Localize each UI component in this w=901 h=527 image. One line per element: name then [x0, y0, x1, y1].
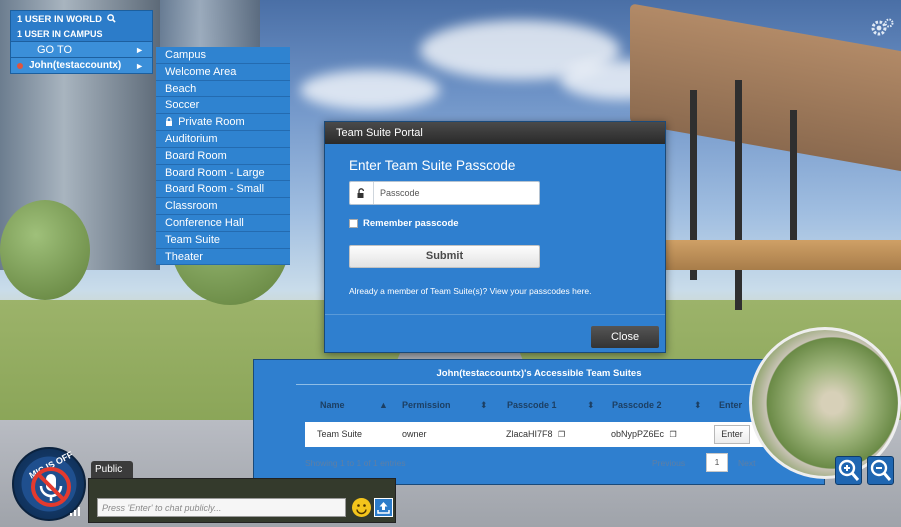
room-item-conference-hall[interactable]: Conference Hall: [156, 215, 290, 232]
remember-passcode[interactable]: Remember passcode: [349, 218, 459, 229]
room-label: Welcome Area: [165, 65, 237, 78]
room-label: Theater: [165, 250, 203, 263]
divider: [325, 314, 665, 315]
cloud: [300, 70, 440, 110]
room-item-private-room[interactable]: Private Room: [156, 114, 290, 131]
copy-icon[interactable]: ❐: [670, 430, 677, 439]
mic-toggle-button[interactable]: MIC IS OFF: [12, 447, 86, 521]
goto-menu[interactable]: GO TO ►: [11, 41, 152, 57]
dialog-titlebar: Team Suite Portal: [325, 122, 665, 144]
divider: [296, 384, 780, 385]
room-label: Team Suite: [165, 233, 221, 246]
room-item-welcome-area[interactable]: Welcome Area: [156, 64, 290, 81]
room-item-team-suite[interactable]: Team Suite: [156, 232, 290, 249]
entries-info: Showing 1 to 1 of 1 entries: [305, 458, 406, 468]
room-label: Board Room - Small: [165, 183, 265, 196]
search-icon[interactable]: [106, 14, 116, 23]
room-label: Beach: [165, 82, 197, 95]
emoji-icon[interactable]: [352, 498, 371, 517]
room-item-board-room-large[interactable]: Board Room - Large: [156, 165, 290, 182]
sort-icon[interactable]: ⬍: [480, 400, 488, 411]
chat-input[interactable]: [97, 498, 346, 517]
suite-passcode-2: obNypPZ6Ec ❐: [611, 429, 677, 439]
mic-off-icon: [31, 467, 71, 507]
enter-button[interactable]: Enter: [714, 425, 750, 444]
chevron-right-icon: ►: [135, 45, 144, 55]
room-item-beach[interactable]: Beach: [156, 81, 290, 98]
team-suite-portal-dialog: Team Suite Portal Enter Team Suite Passc…: [324, 121, 666, 353]
pavilion-roof: [630, 3, 901, 173]
room-label: Conference Hall: [165, 216, 244, 229]
suites-title: John(testaccountx)'s Accessible Team Sui…: [436, 368, 642, 379]
column-header-passcode-2[interactable]: Passcode 2: [612, 400, 662, 410]
room-label: Board Room: [165, 149, 227, 162]
view-passcodes-link[interactable]: Already a member of Team Suite(s)? View …: [349, 286, 592, 296]
passcode-field[interactable]: [349, 181, 540, 205]
room-item-board-room-small[interactable]: Board Room - Small: [156, 181, 290, 199]
previous-page-button[interactable]: Previous: [652, 458, 685, 468]
room-item-classroom[interactable]: Classroom: [156, 198, 290, 215]
users-in-campus: 1 USER IN CAMPUS: [17, 29, 103, 39]
pavilion-deck: [660, 240, 901, 270]
settings-gear-icon[interactable]: [870, 17, 894, 39]
suite-name: Team Suite: [317, 429, 363, 439]
pavilion-pole: [790, 110, 797, 260]
room-label: Private Room: [178, 116, 245, 129]
zoom-out-icon[interactable]: [867, 456, 894, 485]
suite-passcode-1: ZlacaHI7F8 ❐: [506, 429, 565, 439]
passcode-input[interactable]: [380, 185, 535, 201]
users-in-world[interactable]: 1 USER IN WORLD: [11, 11, 152, 27]
remember-checkbox[interactable]: [349, 219, 358, 228]
suite-permission: owner: [402, 429, 427, 439]
goto-label: GO TO: [37, 44, 73, 56]
close-button[interactable]: Close: [591, 326, 659, 348]
room-item-campus[interactable]: Campus: [156, 47, 290, 64]
upload-icon[interactable]: [374, 498, 393, 517]
submit-button[interactable]: Submit: [349, 245, 540, 268]
next-page-button[interactable]: Next: [738, 458, 755, 468]
unlock-icon: [350, 182, 374, 204]
room-label: Auditorium: [165, 132, 218, 145]
user-menu[interactable]: John(testaccountx) ►: [11, 57, 152, 73]
pavilion-pole: [735, 80, 742, 310]
chevron-right-icon: ►: [135, 61, 144, 71]
room-item-theater[interactable]: Theater: [156, 249, 290, 266]
room-label: Classroom: [165, 200, 218, 213]
username-label: John(testaccountx): [29, 60, 122, 71]
signal-bars-icon: [70, 507, 80, 516]
accessible-team-suites-panel: John(testaccountx)'s Accessible Team Sui…: [253, 359, 825, 485]
chat-bar: [88, 478, 396, 523]
room-item-board-room[interactable]: Board Room: [156, 148, 290, 165]
sort-icon[interactable]: ⬍: [694, 400, 702, 411]
page-1-button[interactable]: 1: [706, 453, 728, 472]
column-header-permission[interactable]: Permission: [402, 400, 451, 410]
lock-icon: [166, 117, 172, 127]
zoom-in-icon[interactable]: [835, 456, 862, 485]
goto-room-list: Campus Welcome Area Beach Soccer Private…: [156, 47, 290, 266]
column-header-enter[interactable]: Enter: [719, 400, 742, 410]
room-item-auditorium[interactable]: Auditorium: [156, 131, 290, 148]
user-status-icon: [17, 63, 23, 69]
tree: [0, 200, 90, 300]
room-item-soccer[interactable]: Soccer: [156, 97, 290, 115]
users-in-world-label: 1 USER IN WORLD: [17, 14, 102, 25]
room-label: Campus: [165, 49, 206, 61]
sort-icon[interactable]: ⬍: [587, 400, 595, 411]
passcode-1-value: ZlacaHI7F8: [506, 429, 553, 439]
room-label: Soccer: [165, 99, 200, 112]
room-label: Board Room - Large: [165, 166, 265, 179]
chat-tab-public[interactable]: Public: [91, 461, 133, 479]
user-panel: 1 USER IN WORLD 1 USER IN CAMPUS GO TO ►…: [10, 10, 153, 74]
remember-label: Remember passcode: [363, 218, 459, 229]
sort-asc-icon[interactable]: ▲: [379, 400, 388, 410]
column-header-name[interactable]: Name: [320, 400, 345, 410]
passcode-2-value: obNypPZ6Ec: [611, 429, 665, 439]
table-row: Team Suite owner ZlacaHI7F8 ❐ obNypPZ6Ec…: [305, 422, 777, 447]
column-header-passcode-1[interactable]: Passcode 1: [507, 400, 557, 410]
copy-icon[interactable]: ❐: [558, 430, 565, 439]
passcode-heading: Enter Team Suite Passcode: [349, 158, 516, 173]
